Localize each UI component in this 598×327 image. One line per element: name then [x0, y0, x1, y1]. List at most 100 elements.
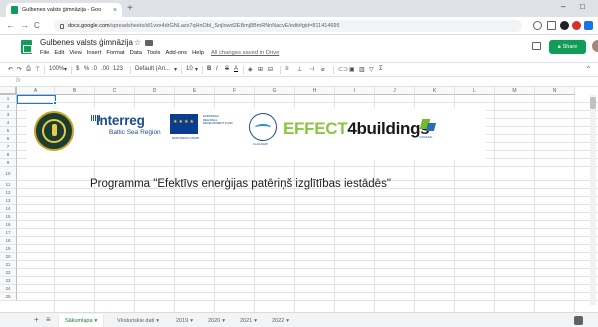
text-wrap-icon[interactable]: ⊣: [309, 66, 314, 73]
folder-icon[interactable]: [145, 40, 153, 46]
row-header[interactable]: 14: [0, 205, 17, 213]
menu-format[interactable]: Format: [106, 50, 124, 56]
search-icon[interactable]: [533, 21, 542, 30]
chevron-down-icon[interactable]: ▾: [95, 318, 98, 324]
font-select[interactable]: Default (Ari...: [135, 66, 170, 72]
column-header[interactable]: M: [495, 87, 535, 95]
column-header[interactable]: N: [535, 87, 575, 95]
explore-icon[interactable]: [574, 316, 583, 325]
chevron-down-icon[interactable]: ▾: [190, 318, 193, 324]
forward-icon[interactable]: →: [20, 20, 29, 31]
document-title[interactable]: Gulbenes valsts ģimnāzija: [40, 38, 133, 47]
all-sheets-button[interactable]: ≡: [46, 315, 51, 324]
extension-blue-icon[interactable]: [584, 21, 593, 30]
column-header[interactable]: I: [335, 87, 375, 95]
row-header[interactable]: 23: [0, 277, 17, 285]
chevron-down-icon[interactable]: ▾: [254, 318, 257, 324]
column-header[interactable]: H: [295, 87, 335, 95]
column-header[interactable]: L: [455, 87, 495, 95]
row-header[interactable]: 9: [0, 159, 17, 167]
menu-view[interactable]: View: [69, 50, 81, 56]
chevron-down-icon[interactable]: ▾: [222, 318, 225, 324]
menu-edit[interactable]: Edit: [54, 50, 64, 56]
column-header[interactable]: J: [375, 87, 415, 95]
row-header[interactable]: 15: [0, 213, 17, 221]
italic-button[interactable]: I: [216, 66, 218, 72]
menu-tools[interactable]: Tools: [147, 50, 161, 56]
fill-color-icon[interactable]: ◈: [248, 66, 253, 73]
reload-icon[interactable]: C: [34, 20, 40, 31]
new-tab-button[interactable]: +: [127, 3, 133, 15]
row-header[interactable]: 3: [0, 111, 17, 119]
row-header[interactable]: 1: [0, 95, 17, 103]
column-header[interactable]: F: [215, 87, 255, 95]
url-input[interactable]: docs.google.com/spreadsheets/d/1vxx4drGN…: [54, 20, 522, 32]
zoom-select[interactable]: 100%: [49, 66, 64, 72]
number-format-select[interactable]: 123: [113, 66, 123, 72]
row-header[interactable]: 6: [0, 135, 17, 143]
text-rotate-icon[interactable]: ⌀: [321, 66, 325, 73]
row-header[interactable]: 12: [0, 189, 17, 197]
row-header[interactable]: 10: [0, 167, 17, 181]
comment-icon[interactable]: [532, 42, 541, 50]
star-icon[interactable]: ☆: [134, 38, 141, 47]
star-bookmark-icon[interactable]: [547, 21, 556, 30]
row-header[interactable]: 17: [0, 229, 17, 237]
collapse-toolbar-icon[interactable]: ^: [587, 66, 590, 72]
selected-cell-a1[interactable]: [17, 95, 56, 104]
row-header[interactable]: 8: [0, 151, 17, 159]
sheets-logo-icon[interactable]: [21, 40, 32, 54]
banner-image[interactable]: Interreg Baltic Sea Region EUROPEAN REGI…: [27, 108, 486, 160]
column-header[interactable]: K: [415, 87, 455, 95]
row-header[interactable]: 25: [0, 293, 17, 301]
chevron-down-icon[interactable]: ▾: [286, 318, 289, 324]
row-header[interactable]: 16: [0, 221, 17, 229]
paint-format-icon[interactable]: ⊤: [35, 66, 40, 73]
vertical-scrollbar-thumb[interactable]: [590, 97, 596, 109]
vertical-scrollbar-track[interactable]: [590, 95, 596, 305]
browser-tab[interactable]: Gulbenes valsts ģimnāzija - Goo ×: [6, 3, 122, 17]
sheet-tab-vesturiskie-dati[interactable]: Vēsturiskie dati ▾: [111, 314, 165, 327]
avatar[interactable]: [592, 40, 598, 52]
percent-button[interactable]: %: [84, 66, 89, 72]
menu-file[interactable]: File: [40, 50, 49, 56]
program-heading[interactable]: Programma "Efektīvs enerģijas patēriņš i…: [90, 178, 391, 190]
add-sheet-button[interactable]: +: [34, 315, 39, 324]
column-header[interactable]: C: [95, 87, 135, 95]
formula-bar[interactable]: fx: [0, 77, 598, 87]
currency-button[interactable]: $: [76, 66, 79, 72]
bold-button[interactable]: B: [207, 66, 211, 72]
row-header[interactable]: 19: [0, 245, 17, 253]
borders-icon[interactable]: ⊞: [258, 66, 263, 73]
column-header[interactable]: A: [17, 87, 55, 95]
row-header[interactable]: 11: [0, 181, 17, 189]
row-header[interactable]: 18: [0, 237, 17, 245]
merge-cells-icon[interactable]: ⊟: [268, 66, 273, 73]
column-header[interactable]: B: [55, 87, 95, 95]
row-header[interactable]: 20: [0, 253, 17, 261]
row-header[interactable]: 5: [0, 127, 17, 135]
select-all-corner[interactable]: [0, 87, 17, 95]
text-color-button[interactable]: A: [234, 66, 238, 72]
font-size-select[interactable]: 10: [186, 66, 193, 72]
row-header[interactable]: 7: [0, 143, 17, 151]
chevron-down-icon[interactable]: ▾: [156, 318, 159, 324]
close-tab-icon[interactable]: ×: [113, 7, 117, 14]
filter-icon[interactable]: ▽: [369, 66, 374, 73]
menu-data[interactable]: Data: [130, 50, 142, 56]
sheet-tab-2020[interactable]: 2020 ▾: [202, 314, 231, 327]
menu-addons[interactable]: Add-ons: [165, 50, 187, 56]
insert-chart-icon[interactable]: ▥: [359, 66, 365, 73]
column-header[interactable]: G: [255, 87, 295, 95]
extension-red-icon[interactable]: [572, 21, 581, 30]
strikethrough-button[interactable]: S: [225, 66, 229, 72]
row-header[interactable]: 22: [0, 269, 17, 277]
functions-icon[interactable]: Σ: [379, 66, 383, 72]
row-header[interactable]: 4: [0, 119, 17, 127]
align-horizontal-icon[interactable]: ≡: [285, 66, 289, 72]
sheet-tab-2019[interactable]: 2019 ▾: [170, 314, 199, 327]
column-header[interactable]: D: [135, 87, 175, 95]
menu-insert[interactable]: Insert: [87, 50, 102, 56]
insert-comment-icon[interactable]: ▣: [349, 66, 355, 73]
back-icon[interactable]: ←: [6, 20, 15, 31]
